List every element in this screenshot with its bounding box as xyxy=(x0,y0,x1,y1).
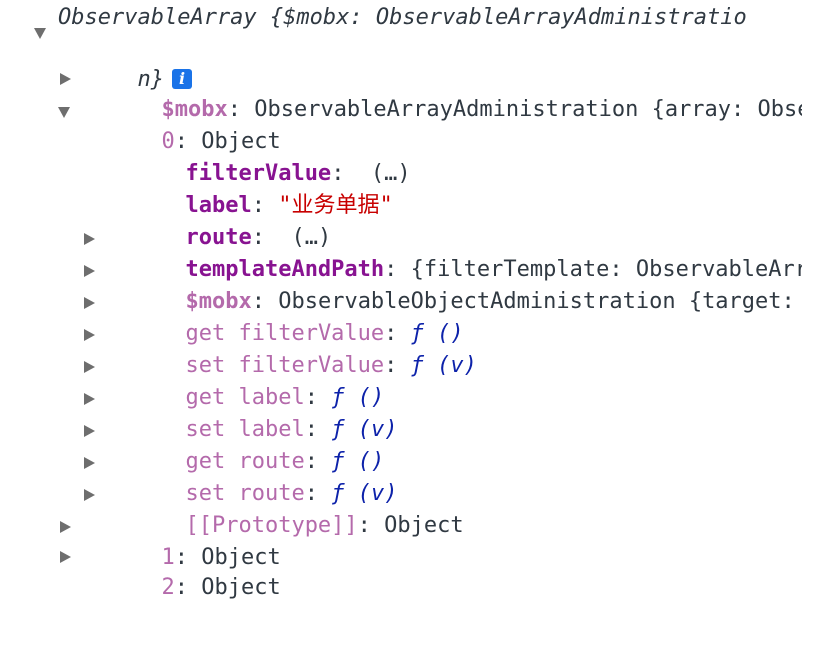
collapsed-triangle-icon[interactable] xyxy=(84,361,95,373)
tree-row-set-route[interactable]: set route: ƒ (v) xyxy=(0,446,838,506)
tree-row-label[interactable]: label: "业务单据" xyxy=(0,158,838,218)
collapsed-triangle-icon[interactable] xyxy=(84,393,95,405)
tree-row-get-filtervalue[interactable]: get filterValue: ƒ () xyxy=(0,286,838,346)
tree-row-set-label[interactable]: set label: ƒ (v) xyxy=(0,382,838,442)
tree-row-item-0[interactable]: 0: Object xyxy=(0,94,838,154)
tree-row-route[interactable]: route: (…) xyxy=(0,190,838,250)
tree-row-root[interactable]: ObservableArray {$mobx: ObservableArrayA… xyxy=(0,2,838,39)
collapsed-triangle-icon[interactable] xyxy=(84,265,95,277)
collapsed-triangle-icon[interactable] xyxy=(60,521,71,533)
tree-row-item-1[interactable]: 1: Object xyxy=(0,510,838,570)
collapsed-triangle-icon[interactable] xyxy=(84,233,95,245)
collapsed-triangle-icon[interactable] xyxy=(84,329,95,341)
separator: : xyxy=(174,575,202,600)
collapsed-triangle-icon[interactable] xyxy=(60,551,71,563)
tree-row-get-label[interactable]: get label: ƒ () xyxy=(0,350,838,410)
property-value: Object xyxy=(201,575,281,600)
tree-row-set-filtervalue[interactable]: set filterValue: ƒ (v) xyxy=(0,318,838,378)
tree-row-root-wrap: n} i xyxy=(0,32,838,92)
collapsed-triangle-icon[interactable] xyxy=(60,73,71,85)
devtools-object-tree: ObservableArray {$mobx: ObservableArrayA… xyxy=(0,0,838,600)
collapsed-triangle-icon[interactable] xyxy=(84,425,95,437)
tree-row-get-route[interactable]: get route: ƒ () xyxy=(0,414,838,474)
tree-row-mobx-array-admin[interactable]: $mobx: ObservableArrayAdministration {ar… xyxy=(0,62,838,122)
tree-row-item-2[interactable]: 2: Object xyxy=(0,540,838,600)
collapsed-triangle-icon[interactable] xyxy=(84,297,95,309)
collapsed-triangle-icon[interactable] xyxy=(84,489,95,501)
collapsed-triangle-icon[interactable] xyxy=(84,457,95,469)
tree-row-prototype[interactable]: [[Prototype]]: Object xyxy=(0,478,838,538)
expanded-triangle-icon[interactable] xyxy=(58,107,70,118)
root-summary-line1: ObservableArray {$mobx: ObservableArrayA… xyxy=(58,5,747,30)
tree-row-mobx-object-admin[interactable]: $mobx: ObservableObjectAdministration {t… xyxy=(0,254,838,314)
tree-row-filtervalue[interactable]: filterValue: (…) xyxy=(0,126,838,186)
array-index: 2 xyxy=(161,575,175,600)
tree-row-templateandpath[interactable]: templateAndPath: {filterTemplate: Observ… xyxy=(0,222,838,282)
